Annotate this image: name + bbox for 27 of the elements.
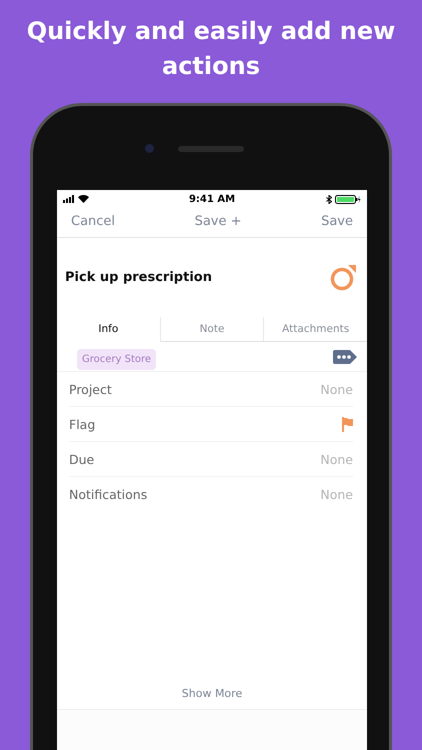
tab[interactable]: Note: [160, 317, 264, 342]
tab[interactable]: Info: [57, 317, 160, 342]
field-label: Project: [69, 382, 112, 396]
cancel-button[interactable]: Cancel: [71, 214, 116, 229]
field-value: None: [320, 382, 353, 396]
field-label: Flag: [69, 416, 96, 432]
field-value: None: [320, 486, 353, 502]
field-value: None: [320, 452, 353, 466]
task-title: Pick up prescription: [65, 270, 212, 285]
camera-icon: [145, 144, 154, 153]
headline: Quickly and easily add new actions: [26, 16, 396, 82]
save-button[interactable]: Save: [321, 214, 353, 229]
speaker-grille: [178, 146, 244, 152]
tab[interactable]: Attachments: [263, 317, 368, 342]
save-plus-button[interactable]: Save +: [194, 214, 242, 229]
status-time: 9:41 AM: [188, 194, 236, 204]
signal-icon: [63, 195, 75, 203]
field-label: Due: [69, 452, 94, 466]
flag-icon[interactable]: [341, 416, 353, 432]
more-tags-icon[interactable]: [333, 350, 357, 364]
show-more-button[interactable]: Show More: [176, 686, 248, 701]
bluetooth-icon: [326, 194, 332, 204]
field-label: Notifications: [69, 486, 148, 502]
wifi-icon: [78, 195, 89, 203]
battery-icon: [334, 194, 361, 204]
tag[interactable]: Grocery Store: [77, 349, 156, 370]
status-circle-icon[interactable]: [330, 264, 357, 291]
